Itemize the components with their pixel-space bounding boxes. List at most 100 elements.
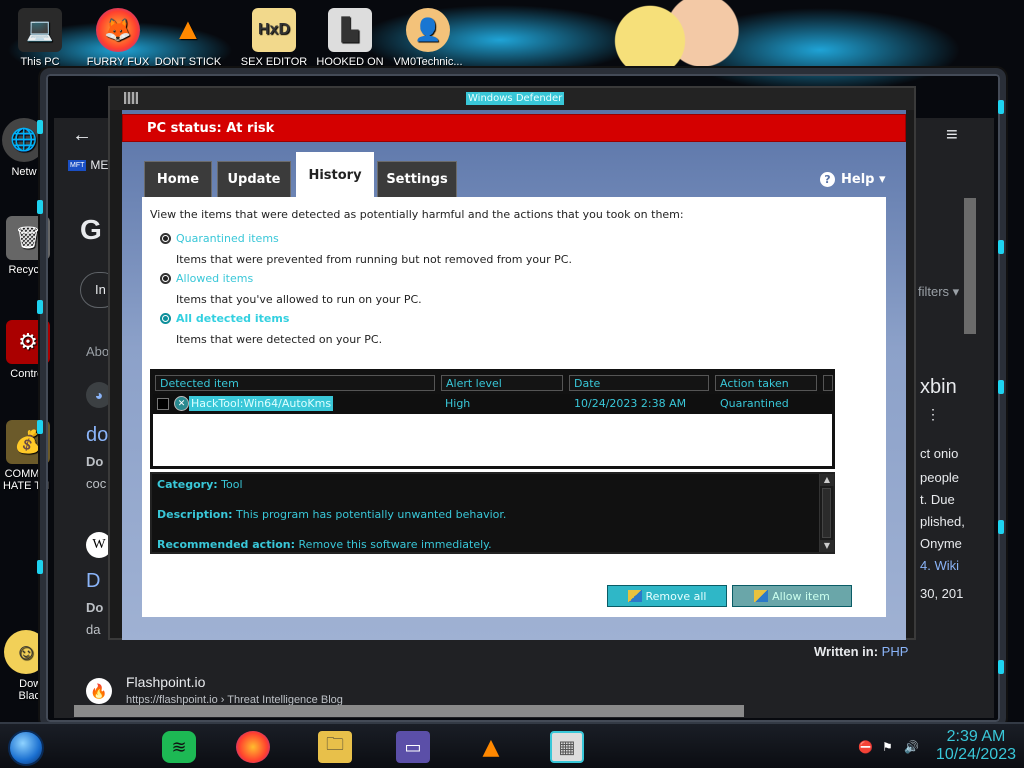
result-title[interactable]: Flashpoint.io bbox=[126, 674, 205, 690]
knowledge-menu-icon[interactable]: ⋮ bbox=[926, 406, 940, 423]
desktop-icon-furry-fux[interactable]: 🦊 FURRY FUX bbox=[80, 8, 156, 68]
bookmark-icon: MFT bbox=[68, 159, 87, 171]
cartoon-decoration bbox=[590, 0, 740, 68]
knowledge-line: plished, bbox=[920, 514, 965, 529]
flashpoint-favicon: 🔥 bbox=[86, 678, 112, 704]
details-pane: Category: Tool Description: This program… bbox=[150, 472, 835, 554]
control-panel-icon: ⚙ bbox=[6, 320, 50, 364]
details-scrollbar[interactable]: ▲ ▼ bbox=[819, 474, 834, 552]
history-panel: View the items that were detected as pot… bbox=[142, 197, 886, 617]
scroll-thumb[interactable] bbox=[822, 488, 831, 538]
desktop-icon-vm0technic[interactable]: 👤 VM0Technic... bbox=[390, 8, 466, 68]
result-text: Do bbox=[86, 454, 104, 469]
desktop-icon-hooked-on[interactable]: ▙ HOOKED ON bbox=[312, 8, 388, 68]
knowledge-link[interactable]: 4. Wiki bbox=[920, 558, 959, 573]
radio-button[interactable] bbox=[160, 273, 171, 284]
category-value: Tool bbox=[221, 478, 243, 491]
person-icon: 👤 bbox=[406, 8, 450, 52]
knowledge-line: ct onio bbox=[920, 446, 959, 461]
firefox-icon: 🦊 bbox=[96, 8, 140, 52]
description-value: This program has potentially unwanted be… bbox=[236, 508, 507, 521]
shield-icon bbox=[754, 590, 769, 602]
recommended-value: Remove this software immediately. bbox=[298, 538, 492, 551]
radio-button-selected[interactable] bbox=[160, 313, 171, 324]
desktop-icon-this-pc[interactable]: 💻 This PC bbox=[2, 8, 78, 68]
option-label: All detected items bbox=[176, 312, 290, 325]
window-title: Windows Defender bbox=[466, 92, 565, 105]
browser-scrollbar[interactable] bbox=[964, 198, 976, 334]
help-icon: ? bbox=[820, 172, 835, 187]
desktop-icon-dont-stick[interactable]: ▲ DONT STICK bbox=[150, 8, 226, 68]
tab-settings[interactable]: Settings bbox=[377, 161, 457, 197]
horizontal-scrollbar[interactable] bbox=[74, 705, 744, 717]
firewall-icon[interactable]: ▦ bbox=[550, 731, 584, 763]
back-button[interactable]: ← bbox=[72, 124, 92, 147]
volume-icon[interactable]: 🔊 bbox=[904, 740, 919, 754]
tab-home[interactable]: Home bbox=[144, 161, 212, 197]
scroll-up-icon[interactable]: ▲ bbox=[820, 474, 834, 486]
clock-date: 10/24/2023 bbox=[935, 746, 1016, 763]
desktop-icon-label: Netw bbox=[11, 166, 37, 178]
allow-item-button[interactable]: Allow item bbox=[732, 585, 852, 607]
option-description: Items that you've allowed to run on your… bbox=[176, 293, 422, 306]
column-header-alert-level[interactable]: Alert level bbox=[441, 375, 563, 391]
scroll-down-icon[interactable]: ▼ bbox=[820, 540, 834, 552]
radio-button[interactable] bbox=[160, 233, 171, 244]
desktop-icon-network[interactable]: 🌐 Netw bbox=[0, 118, 62, 178]
hex-editor-icon: HxD bbox=[252, 8, 296, 52]
option-quarantined[interactable]: Quarantined items bbox=[160, 232, 279, 245]
file-explorer-icon[interactable]: 🗀 bbox=[318, 731, 352, 763]
frame-light bbox=[37, 420, 43, 434]
vlc-cone-icon: ▲ bbox=[173, 13, 203, 46]
column-header-action-taken[interactable]: Action taken bbox=[715, 375, 817, 391]
bookmark-item[interactable]: MFT ME bbox=[68, 158, 108, 172]
spotify-icon[interactable]: ≋ bbox=[162, 731, 196, 763]
written-in: Written in: PHP bbox=[814, 644, 908, 659]
frame-light bbox=[998, 660, 1004, 674]
clock[interactable]: 2:39 AM 10/24/2023 bbox=[936, 728, 1016, 764]
desktop-icon-sex-editor[interactable]: HxD SEX EDITOR bbox=[236, 8, 312, 68]
written-in-value[interactable]: PHP bbox=[882, 644, 909, 659]
cartoon-icon: ☺ bbox=[4, 630, 48, 674]
remove-all-button[interactable]: Remove all bbox=[607, 585, 727, 607]
detected-item-name: HackTool:Win64/AutoKms bbox=[189, 396, 334, 411]
flag-icon[interactable]: ⚑ bbox=[882, 740, 893, 754]
bookmark-label: ME bbox=[90, 158, 109, 172]
column-header-detected-item[interactable]: Detected item bbox=[155, 375, 435, 391]
tab-history[interactable]: History bbox=[296, 152, 374, 197]
desktop-icon-label: Dowr Black bbox=[18, 678, 46, 702]
alert-level-value: High bbox=[445, 397, 471, 410]
start-orb-icon[interactable] bbox=[8, 730, 44, 766]
desktop-icon-label: HOOKED ON bbox=[316, 56, 384, 68]
desktop-icon-label: FURRY FUX bbox=[86, 56, 150, 68]
frame-light bbox=[998, 240, 1004, 254]
result-title[interactable]: D bbox=[86, 570, 100, 593]
firefox-icon[interactable] bbox=[236, 731, 270, 763]
window-icon bbox=[124, 92, 138, 104]
table-header: Detected item Alert level Date Action ta… bbox=[153, 372, 833, 394]
menu-button[interactable]: ≡ bbox=[946, 124, 958, 147]
id-card-icon[interactable]: ▭ bbox=[396, 731, 430, 763]
desktop-icon-label: SEX EDITOR bbox=[240, 56, 308, 68]
network-status-icon[interactable]: ⛔ bbox=[858, 740, 873, 754]
column-header-date[interactable]: Date bbox=[569, 375, 709, 391]
detected-items-table: Detected item Alert level Date Action ta… bbox=[150, 369, 835, 469]
frame-light bbox=[998, 100, 1004, 114]
title-bar[interactable]: Windows Defender bbox=[110, 88, 914, 110]
threat-icon: ✕ bbox=[174, 396, 189, 411]
option-label: Allowed items bbox=[176, 272, 254, 285]
vlc-icon[interactable]: ▲ bbox=[474, 731, 508, 763]
desktop-icon-label: VM0Technic... bbox=[393, 56, 463, 68]
filters-button[interactable]: filters ▾ bbox=[918, 284, 959, 300]
knowledge-title: xbin bbox=[920, 376, 957, 398]
tab-update[interactable]: Update bbox=[217, 161, 291, 197]
option-allowed[interactable]: Allowed items bbox=[160, 272, 253, 285]
help-menu[interactable]: ? Help ▾ bbox=[820, 172, 886, 187]
knowledge-line: Onyme bbox=[920, 536, 962, 551]
result-title[interactable]: do bbox=[86, 424, 108, 447]
table-row[interactable]: ✕ HackTool:Win64/AutoKms High 10/24/2023… bbox=[153, 394, 832, 414]
result-text: da bbox=[86, 622, 101, 637]
frame-light bbox=[998, 520, 1004, 534]
option-all-detected[interactable]: All detected items bbox=[160, 312, 289, 325]
row-checkbox[interactable] bbox=[157, 398, 169, 410]
